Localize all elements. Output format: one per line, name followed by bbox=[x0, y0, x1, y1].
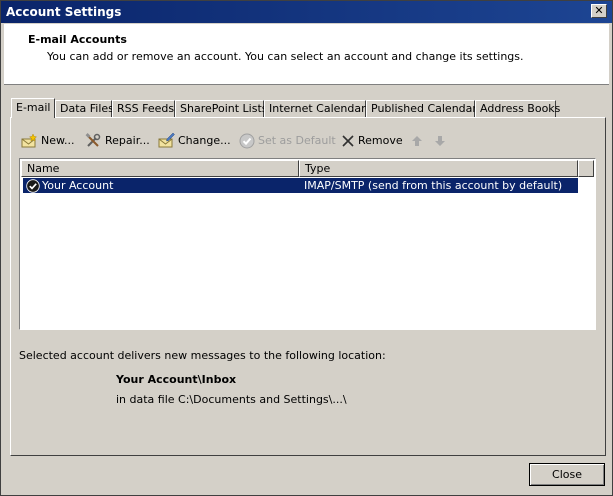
remove-button-label: Remove bbox=[358, 134, 403, 147]
remove-button[interactable]: Remove bbox=[341, 132, 403, 150]
tab-email[interactable]: E-mail bbox=[11, 98, 55, 118]
header-title: E-mail Accounts bbox=[28, 33, 127, 46]
new-button[interactable]: New... bbox=[21, 132, 74, 150]
close-window-icon[interactable]: ✕ bbox=[591, 4, 607, 18]
repair-button[interactable]: Repair... bbox=[85, 132, 150, 150]
column-header-type[interactable]: Type bbox=[299, 160, 578, 177]
header-panel: E-mail Accounts You can add or remove an… bbox=[4, 24, 609, 85]
delivery-location: Your Account\Inbox bbox=[116, 373, 237, 386]
column-header-name[interactable]: Name bbox=[21, 160, 299, 177]
tab-published-calendars[interactable]: Published Calendars bbox=[366, 100, 483, 117]
new-account-icon bbox=[21, 133, 38, 149]
set-as-default-label: Set as Default bbox=[258, 134, 336, 147]
tab-internet-calendars[interactable]: Internet Calendars bbox=[264, 100, 371, 117]
account-type: IMAP/SMTP (send from this account by def… bbox=[304, 179, 563, 192]
tab-rss-feeds[interactable]: RSS Feeds bbox=[112, 100, 175, 117]
repair-tools-icon bbox=[85, 133, 102, 149]
tab-sharepoint-lists[interactable]: SharePoint Lists bbox=[175, 100, 268, 117]
change-button-label: Change... bbox=[178, 134, 231, 147]
arrow-down-icon bbox=[434, 135, 446, 147]
data-file-path: in data file C:\Documents and Settings\.… bbox=[116, 393, 347, 406]
change-button[interactable]: Change... bbox=[158, 132, 231, 150]
delivery-status-text: Selected account delivers new messages t… bbox=[19, 349, 386, 362]
header-description: You can add or remove an account. You ca… bbox=[47, 50, 524, 63]
title-bar[interactable]: Account Settings ✕ bbox=[1, 1, 612, 23]
window-title: Account Settings bbox=[6, 5, 122, 19]
checkmark-disabled-icon bbox=[239, 133, 255, 149]
tab-data-files[interactable]: Data Files bbox=[55, 100, 114, 117]
column-header-filler bbox=[578, 160, 594, 177]
move-down-button[interactable] bbox=[434, 132, 446, 150]
repair-button-label: Repair... bbox=[105, 134, 150, 147]
set-as-default-button[interactable]: Set as Default bbox=[239, 132, 336, 150]
default-account-check-icon bbox=[26, 178, 40, 197]
account-name: Your Account bbox=[42, 179, 114, 192]
list-item[interactable]: Your Account IMAP/SMTP (send from this a… bbox=[23, 178, 578, 193]
list-header: Name Type bbox=[21, 160, 594, 177]
arrow-up-icon bbox=[411, 135, 423, 147]
close-button[interactable]: Close bbox=[529, 463, 605, 486]
remove-x-icon bbox=[341, 134, 355, 148]
account-settings-window: Account Settings ✕ E-mail Accounts You c… bbox=[0, 0, 613, 496]
move-up-button[interactable] bbox=[411, 132, 423, 150]
change-account-icon bbox=[158, 133, 175, 149]
new-button-label: New... bbox=[41, 134, 75, 147]
accounts-list[interactable]: Name Type Your Account IMAP/SMTP (send f… bbox=[19, 158, 596, 330]
tab-address-books[interactable]: Address Books bbox=[475, 100, 560, 117]
